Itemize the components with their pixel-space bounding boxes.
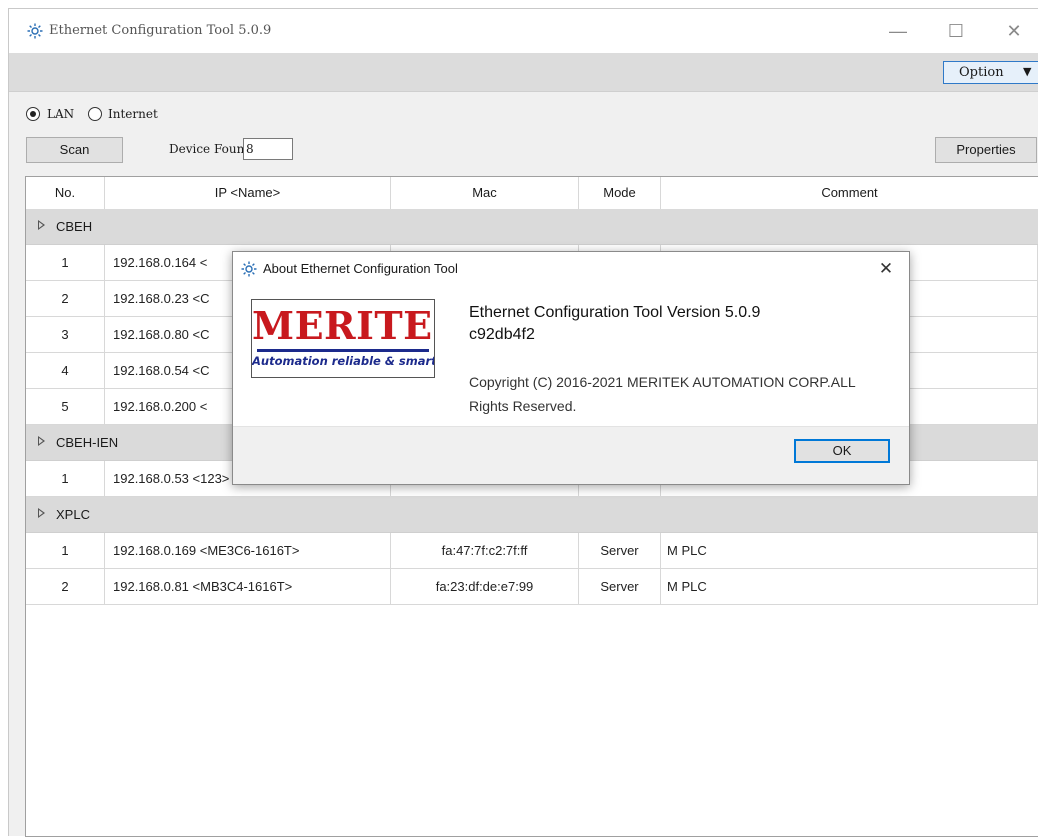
logo-tagline: Automation reliable & smart: [252, 354, 435, 368]
about-dialog: About Ethernet Configuration Tool ✕ MERI…: [232, 251, 910, 485]
column-header-ip[interactable]: IP <Name>: [105, 177, 391, 209]
gear-icon: [241, 261, 257, 277]
cell-comment: M PLC: [661, 533, 1038, 568]
cell-comment: M PLC: [661, 569, 1038, 604]
maximize-button[interactable]: ☐: [941, 17, 971, 45]
cell-no: 3: [26, 317, 105, 352]
ok-button[interactable]: OK: [794, 439, 890, 463]
logo-wordmark: MERITEK: [252, 303, 434, 348]
cell-no: 2: [26, 281, 105, 316]
cell-no: 4: [26, 353, 105, 388]
close-button[interactable]: ✕: [999, 17, 1029, 45]
cell-ip: 192.168.0.169 <ME3C6-1616T>: [105, 533, 391, 568]
cell-mode: Server: [579, 569, 661, 604]
logo-underline: [257, 349, 429, 352]
cell-no: 1: [26, 245, 105, 280]
cell-mac: fa:23:df:de:e7:99: [391, 569, 579, 604]
column-header-comment[interactable]: Comment: [661, 177, 1038, 209]
table-row[interactable]: 2 192.168.0.81 <MB3C4-1616T> fa:23:df:de…: [26, 569, 1038, 605]
cell-mac: fa:47:7f:c2:7f:ff: [391, 533, 579, 568]
minimize-button[interactable]: —: [883, 17, 913, 45]
column-header-no[interactable]: No.: [26, 177, 105, 209]
scan-button[interactable]: Scan: [26, 137, 123, 163]
group-row-xplc[interactable]: XPLC: [26, 497, 1038, 533]
lan-radio-label[interactable]: LAN: [47, 107, 74, 121]
group-label: XPLC: [56, 507, 90, 522]
dialog-title-bar[interactable]: About Ethernet Configuration Tool ✕: [233, 252, 909, 286]
dialog-close-button[interactable]: ✕: [871, 256, 901, 282]
table-header: No. IP <Name> Mac Mode Comment: [26, 177, 1038, 210]
cell-no: 1: [26, 533, 105, 568]
table-row[interactable]: 1 192.168.0.169 <ME3C6-1616T> fa:47:7f:c…: [26, 533, 1038, 569]
lan-radio[interactable]: [26, 107, 40, 121]
device-found-field[interactable]: 8: [243, 138, 293, 160]
meritek-logo: MERITEK Automation reliable & smart: [251, 299, 435, 378]
cell-no: 2: [26, 569, 105, 604]
option-label: Option: [959, 65, 1004, 80]
cell-ip: 192.168.0.81 <MB3C4-1616T>: [105, 569, 391, 604]
version-text: Ethernet Configuration Tool Version 5.0.…: [469, 304, 761, 321]
title-bar[interactable]: Ethernet Configuration Tool 5.0.9 — ☐ ✕: [9, 9, 1038, 53]
properties-button[interactable]: Properties: [935, 137, 1037, 163]
copyright-text: Copyright (C) 2016-2021 MERITEK AUTOMATI…: [469, 374, 856, 414]
dialog-title: About Ethernet Configuration Tool: [263, 261, 458, 276]
triangle-right-icon[interactable]: [38, 508, 45, 518]
column-header-mode[interactable]: Mode: [579, 177, 661, 209]
column-header-mac[interactable]: Mac: [391, 177, 579, 209]
window-title: Ethernet Configuration Tool 5.0.9: [49, 23, 272, 38]
dialog-footer: OK: [233, 426, 909, 484]
internet-radio[interactable]: [88, 107, 102, 121]
internet-radio-label[interactable]: Internet: [108, 107, 158, 121]
triangle-right-icon[interactable]: [38, 436, 45, 446]
cell-no: 5: [26, 389, 105, 424]
group-label: CBEH: [56, 219, 93, 234]
triangle-right-icon[interactable]: [38, 220, 45, 230]
option-bar: Option ▼: [9, 53, 1038, 92]
build-hash: c92db4f2: [469, 326, 535, 343]
cell-no: 1: [26, 461, 105, 496]
group-label: CBEH-IEN: [56, 435, 119, 450]
gear-icon: [27, 23, 43, 39]
option-dropdown-button[interactable]: Option ▼: [943, 61, 1038, 84]
caret-down-icon: ▼: [1023, 65, 1032, 78]
group-row-cbeh[interactable]: CBEH: [26, 209, 1038, 245]
device-found-label: Device Found: [169, 142, 253, 156]
cell-mode: Server: [579, 533, 661, 568]
